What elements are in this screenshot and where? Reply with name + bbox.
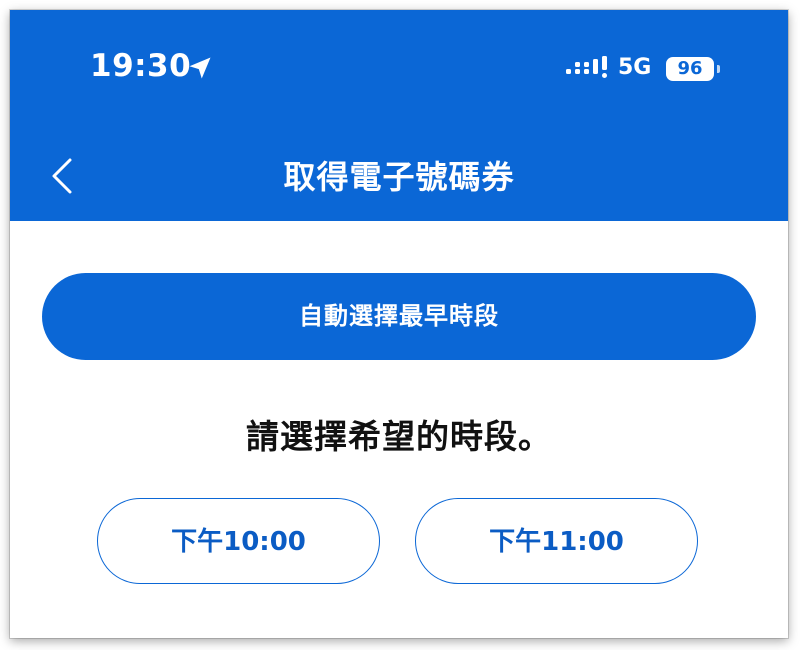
status-time: 19:30 — [90, 48, 192, 84]
location-arrow-icon — [189, 57, 211, 79]
time-slot-button-1100pm[interactable]: 下午11:00 — [415, 498, 698, 584]
battery-cap — [717, 65, 720, 73]
battery-indicator: 96 — [666, 57, 714, 81]
header-bar: 19:30 5G 96 取得電子號碼券 — [10, 10, 788, 221]
cellular-signal-icon — [566, 56, 607, 78]
time-slot-button-1000pm[interactable]: 下午10:00 — [97, 498, 380, 584]
app-screen: 19:30 5G 96 取得電子號碼券 自動選擇最早時段 請選擇希望的時段。 下… — [10, 10, 788, 638]
auto-select-earliest-button[interactable]: 自動選擇最早時段 — [42, 273, 756, 360]
page-title: 取得電子號碼券 — [283, 158, 515, 196]
select-time-prompt: 請選擇希望的時段。 — [246, 417, 552, 456]
network-type: 5G — [618, 55, 652, 80]
